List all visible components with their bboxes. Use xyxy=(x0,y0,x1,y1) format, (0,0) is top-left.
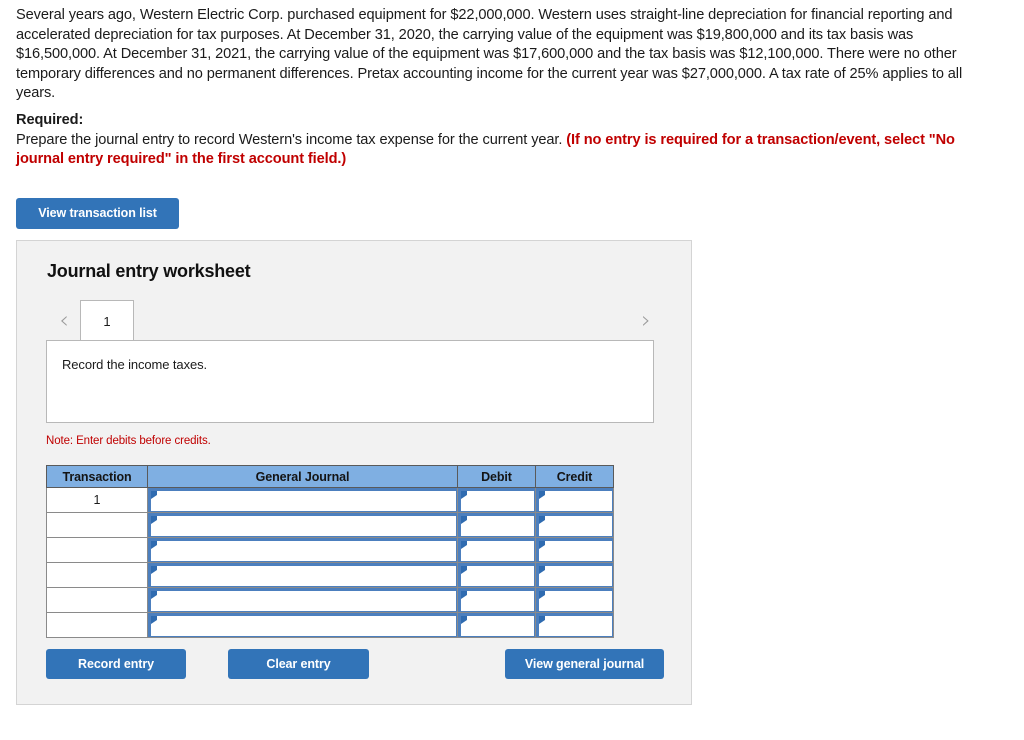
clear-entry-button[interactable]: Clear entry xyxy=(228,649,369,679)
credit-input[interactable] xyxy=(536,588,613,612)
transaction-number-cell xyxy=(46,612,148,638)
transaction-number-cell xyxy=(46,562,148,588)
debit-cell[interactable] xyxy=(457,487,536,513)
credit-cell[interactable] xyxy=(535,587,614,613)
credit-input[interactable] xyxy=(536,488,613,512)
general-journal-cell[interactable] xyxy=(147,587,458,613)
general-journal-input[interactable] xyxy=(148,588,457,612)
general-journal-cell[interactable] xyxy=(147,537,458,563)
credit-cell[interactable] xyxy=(535,512,614,538)
debit-input[interactable] xyxy=(458,588,535,612)
table-header-row: Transaction General Journal Debit Credit xyxy=(46,465,614,488)
credit-input[interactable] xyxy=(536,513,613,537)
table-row xyxy=(46,512,614,538)
header-transaction: Transaction xyxy=(46,465,148,488)
general-journal-cell[interactable] xyxy=(147,562,458,588)
debit-input[interactable] xyxy=(458,613,535,637)
credit-input[interactable] xyxy=(536,563,613,587)
record-entry-button[interactable]: Record entry xyxy=(46,649,186,679)
journal-entry-worksheet-panel: Journal entry worksheet ‹ 1 › Record the… xyxy=(16,240,692,705)
debit-cell[interactable] xyxy=(457,612,536,638)
transaction-number-cell: 1 xyxy=(46,487,148,513)
general-journal-cell[interactable] xyxy=(147,487,458,513)
credit-cell[interactable] xyxy=(535,487,614,513)
credit-cell[interactable] xyxy=(535,612,614,638)
chevron-right-icon[interactable]: › xyxy=(635,306,657,334)
table-row xyxy=(46,537,614,563)
debit-cell[interactable] xyxy=(457,587,536,613)
general-journal-input[interactable] xyxy=(148,613,457,637)
credit-input[interactable] xyxy=(536,613,613,637)
debit-cell[interactable] xyxy=(457,562,536,588)
required-block: Required: Prepare the journal entry to r… xyxy=(16,111,976,170)
page-root: Several years ago, Western Electric Corp… xyxy=(0,0,1024,740)
debit-input[interactable] xyxy=(458,563,535,587)
table-row xyxy=(46,612,614,638)
problem-statement: Several years ago, Western Electric Corp… xyxy=(16,7,963,101)
table-row: 1 xyxy=(46,487,614,513)
table-row xyxy=(46,562,614,588)
header-debit: Debit xyxy=(457,465,536,488)
worksheet-tab-1[interactable]: 1 xyxy=(80,300,134,341)
general-journal-input[interactable] xyxy=(148,563,457,587)
credit-cell[interactable] xyxy=(535,562,614,588)
debit-input[interactable] xyxy=(458,488,535,512)
chevron-left-icon[interactable]: ‹ xyxy=(53,306,75,334)
entry-description-text: Record the income taxes. xyxy=(62,357,208,372)
worksheet-title: Journal entry worksheet xyxy=(47,261,251,281)
header-credit: Credit xyxy=(535,465,614,488)
debit-cell[interactable] xyxy=(457,512,536,538)
required-label: Required: xyxy=(16,112,84,128)
transaction-number-cell xyxy=(46,537,148,563)
general-journal-input[interactable] xyxy=(148,538,457,562)
general-journal-cell[interactable] xyxy=(147,612,458,638)
journal-entry-table: Transaction General Journal Debit Credit… xyxy=(46,465,614,638)
general-journal-cell[interactable] xyxy=(147,512,458,538)
debit-input[interactable] xyxy=(458,538,535,562)
entry-description-box: Record the income taxes. xyxy=(46,340,654,423)
transaction-number-cell xyxy=(46,512,148,538)
debit-cell[interactable] xyxy=(457,537,536,563)
header-general-journal: General Journal xyxy=(147,465,458,488)
required-instruction: Prepare the journal entry to record West… xyxy=(16,131,563,148)
transaction-number-cell xyxy=(46,587,148,613)
general-journal-input[interactable] xyxy=(148,513,457,537)
table-row xyxy=(46,587,614,613)
worksheet-tabstrip: ‹ 1 › xyxy=(17,299,693,341)
credit-cell[interactable] xyxy=(535,537,614,563)
view-general-journal-button[interactable]: View general journal xyxy=(505,649,664,679)
debit-input[interactable] xyxy=(458,513,535,537)
credit-input[interactable] xyxy=(536,538,613,562)
general-journal-input[interactable] xyxy=(148,488,457,512)
debits-before-credits-note: Note: Enter debits before credits. xyxy=(46,435,211,447)
view-transaction-list-button[interactable]: View transaction list xyxy=(16,198,179,229)
